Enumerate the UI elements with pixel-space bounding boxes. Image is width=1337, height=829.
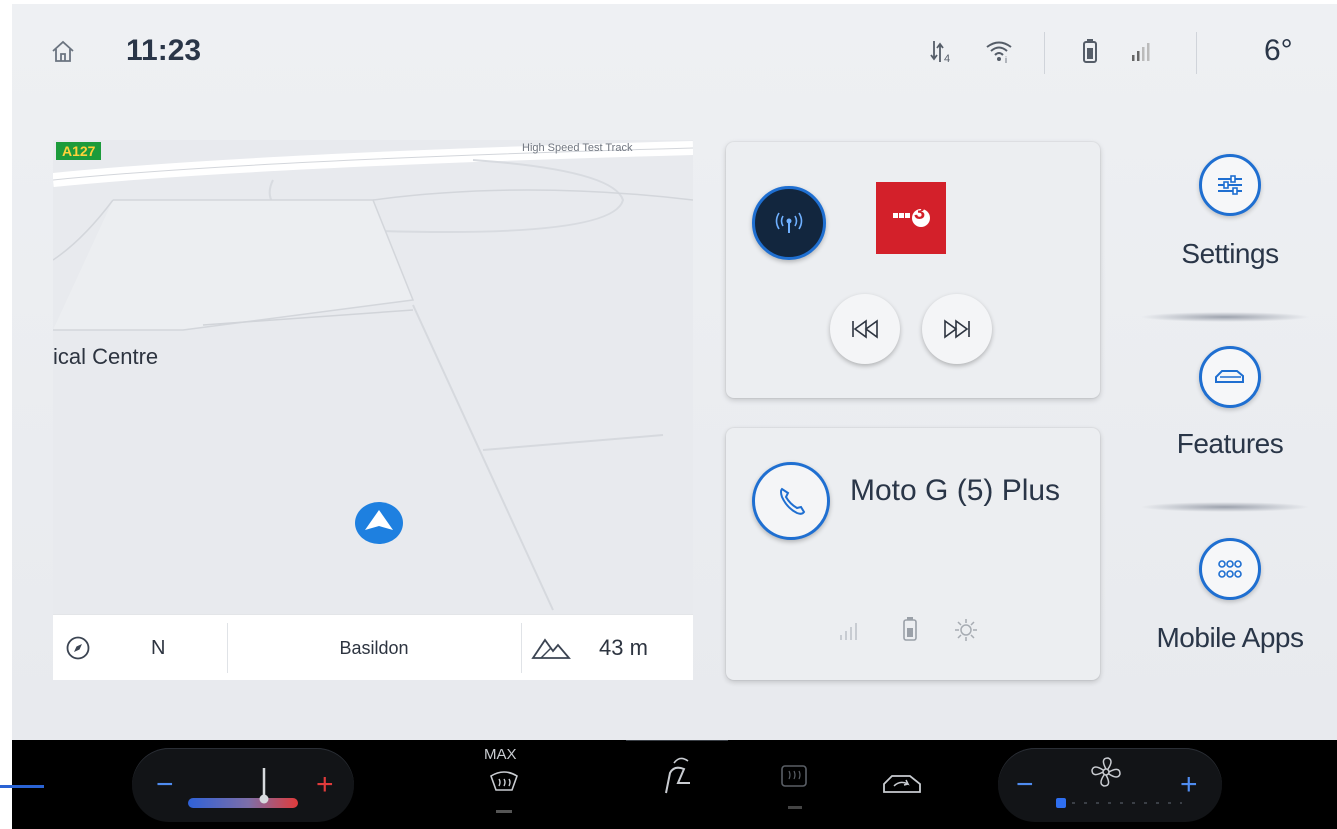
mobile-apps-circle bbox=[1199, 538, 1261, 600]
radio-source-button[interactable] bbox=[752, 186, 826, 260]
station-logo: 3 bbox=[876, 182, 946, 254]
battery-icon bbox=[1083, 39, 1097, 63]
station-number: 3 bbox=[914, 202, 926, 224]
status-divider bbox=[1196, 32, 1197, 74]
temperature-control[interactable]: − + bbox=[132, 748, 354, 822]
seat-airflow-icon bbox=[665, 757, 690, 794]
mountain-icon bbox=[531, 638, 571, 659]
altitude-value: 43 m bbox=[599, 635, 648, 660]
previous-button[interactable] bbox=[830, 294, 900, 364]
apps-grid-icon bbox=[1218, 560, 1242, 578]
fan-decrease-button[interactable]: − bbox=[1016, 768, 1034, 802]
road-shield: A127 bbox=[56, 142, 102, 160]
navigation-position-arrow-icon bbox=[355, 502, 403, 544]
settings-circle bbox=[1199, 154, 1261, 216]
bluetooth-settings-icon bbox=[955, 619, 977, 641]
signal-strength-icon bbox=[1132, 43, 1150, 61]
audio-card[interactable]: 3 bbox=[726, 142, 1100, 398]
side-separator bbox=[1140, 502, 1310, 512]
connected-phone-name: Moto G (5) Plus bbox=[850, 474, 1061, 507]
map-bar-divider bbox=[521, 623, 522, 673]
next-button[interactable] bbox=[922, 294, 992, 364]
phone-signal-icon bbox=[840, 623, 857, 640]
settings-label: Settings bbox=[1181, 238, 1279, 269]
features-button[interactable]: Features bbox=[1130, 346, 1330, 460]
max-defrost-button[interactable]: MAX bbox=[484, 746, 528, 816]
svg-text:i: i bbox=[1005, 55, 1007, 64]
indicator bbox=[496, 810, 512, 813]
status-divider bbox=[1044, 32, 1045, 74]
phone-icon bbox=[780, 487, 806, 515]
phone-battery-icon bbox=[903, 617, 917, 641]
mobile-apps-button[interactable]: Mobile Apps bbox=[1130, 538, 1330, 654]
edge-indicator bbox=[0, 785, 44, 788]
svg-text:4: 4 bbox=[944, 53, 950, 64]
clock: 11:23 bbox=[126, 34, 202, 67]
rear-defrost-icon bbox=[781, 765, 807, 787]
recirculation-car-icon bbox=[883, 775, 921, 793]
current-location: Basildon bbox=[339, 637, 409, 658]
navigation-map[interactable] bbox=[53, 140, 693, 680]
max-label: MAX bbox=[484, 746, 517, 763]
map-poi-label: ical Centre bbox=[53, 344, 159, 369]
settings-button[interactable]: Settings bbox=[1130, 154, 1330, 270]
road-label: High Speed Test Track bbox=[522, 142, 633, 154]
climate-bar: − + MAX − + bbox=[12, 740, 1337, 829]
altitude-icon-wrap bbox=[531, 615, 571, 681]
indicator bbox=[788, 806, 802, 809]
map-info-bar: N Basildon 43 m bbox=[53, 614, 693, 680]
vehicle-icon bbox=[1215, 370, 1244, 383]
skip-forward-icon bbox=[944, 319, 970, 339]
temperature-bar[interactable] bbox=[188, 798, 298, 808]
radio-antenna-icon bbox=[775, 212, 803, 233]
mobile-apps-label: Mobile Apps bbox=[1156, 622, 1304, 653]
recirculation-button[interactable] bbox=[880, 770, 924, 810]
compass-icon bbox=[66, 636, 90, 660]
features-circle bbox=[1199, 346, 1261, 408]
phone-card[interactable]: Moto G (5) Plus bbox=[726, 428, 1100, 680]
map-roads bbox=[53, 140, 693, 680]
heading-label: N bbox=[151, 636, 166, 659]
fan-increase-button[interactable]: + bbox=[1180, 768, 1198, 802]
fan-speed-dots bbox=[1072, 802, 1182, 804]
wifi-icon: i bbox=[986, 41, 1012, 64]
main-screen: 11:23 4 i 6° A127 High Speed Test Track … bbox=[12, 4, 1337, 740]
features-label: Features bbox=[1176, 428, 1284, 459]
compass-button[interactable] bbox=[65, 615, 95, 681]
climate-auto-button[interactable] bbox=[626, 740, 728, 820]
fan-control[interactable]: − + bbox=[998, 748, 1222, 822]
skip-back-icon bbox=[852, 319, 878, 339]
data-transfer-icon: 4 bbox=[930, 41, 950, 64]
home-icon[interactable] bbox=[50, 38, 76, 64]
front-defrost-icon bbox=[490, 771, 518, 791]
side-separator bbox=[1140, 312, 1310, 322]
fan-speed-level bbox=[1056, 798, 1066, 808]
temperature-decrease-button[interactable]: − bbox=[156, 768, 174, 802]
thermometer-icon bbox=[259, 768, 269, 804]
outside-temperature: 6° bbox=[1264, 34, 1293, 67]
temperature-increase-button[interactable]: + bbox=[316, 768, 334, 802]
fan-icon bbox=[1091, 757, 1121, 787]
phone-button[interactable] bbox=[752, 462, 830, 540]
status-bar: 11:23 4 i 6° bbox=[12, 4, 1337, 104]
rear-defrost-button[interactable] bbox=[778, 760, 812, 810]
sliders-icon bbox=[1218, 175, 1242, 195]
fan-speed-indicator[interactable] bbox=[1056, 798, 1186, 808]
